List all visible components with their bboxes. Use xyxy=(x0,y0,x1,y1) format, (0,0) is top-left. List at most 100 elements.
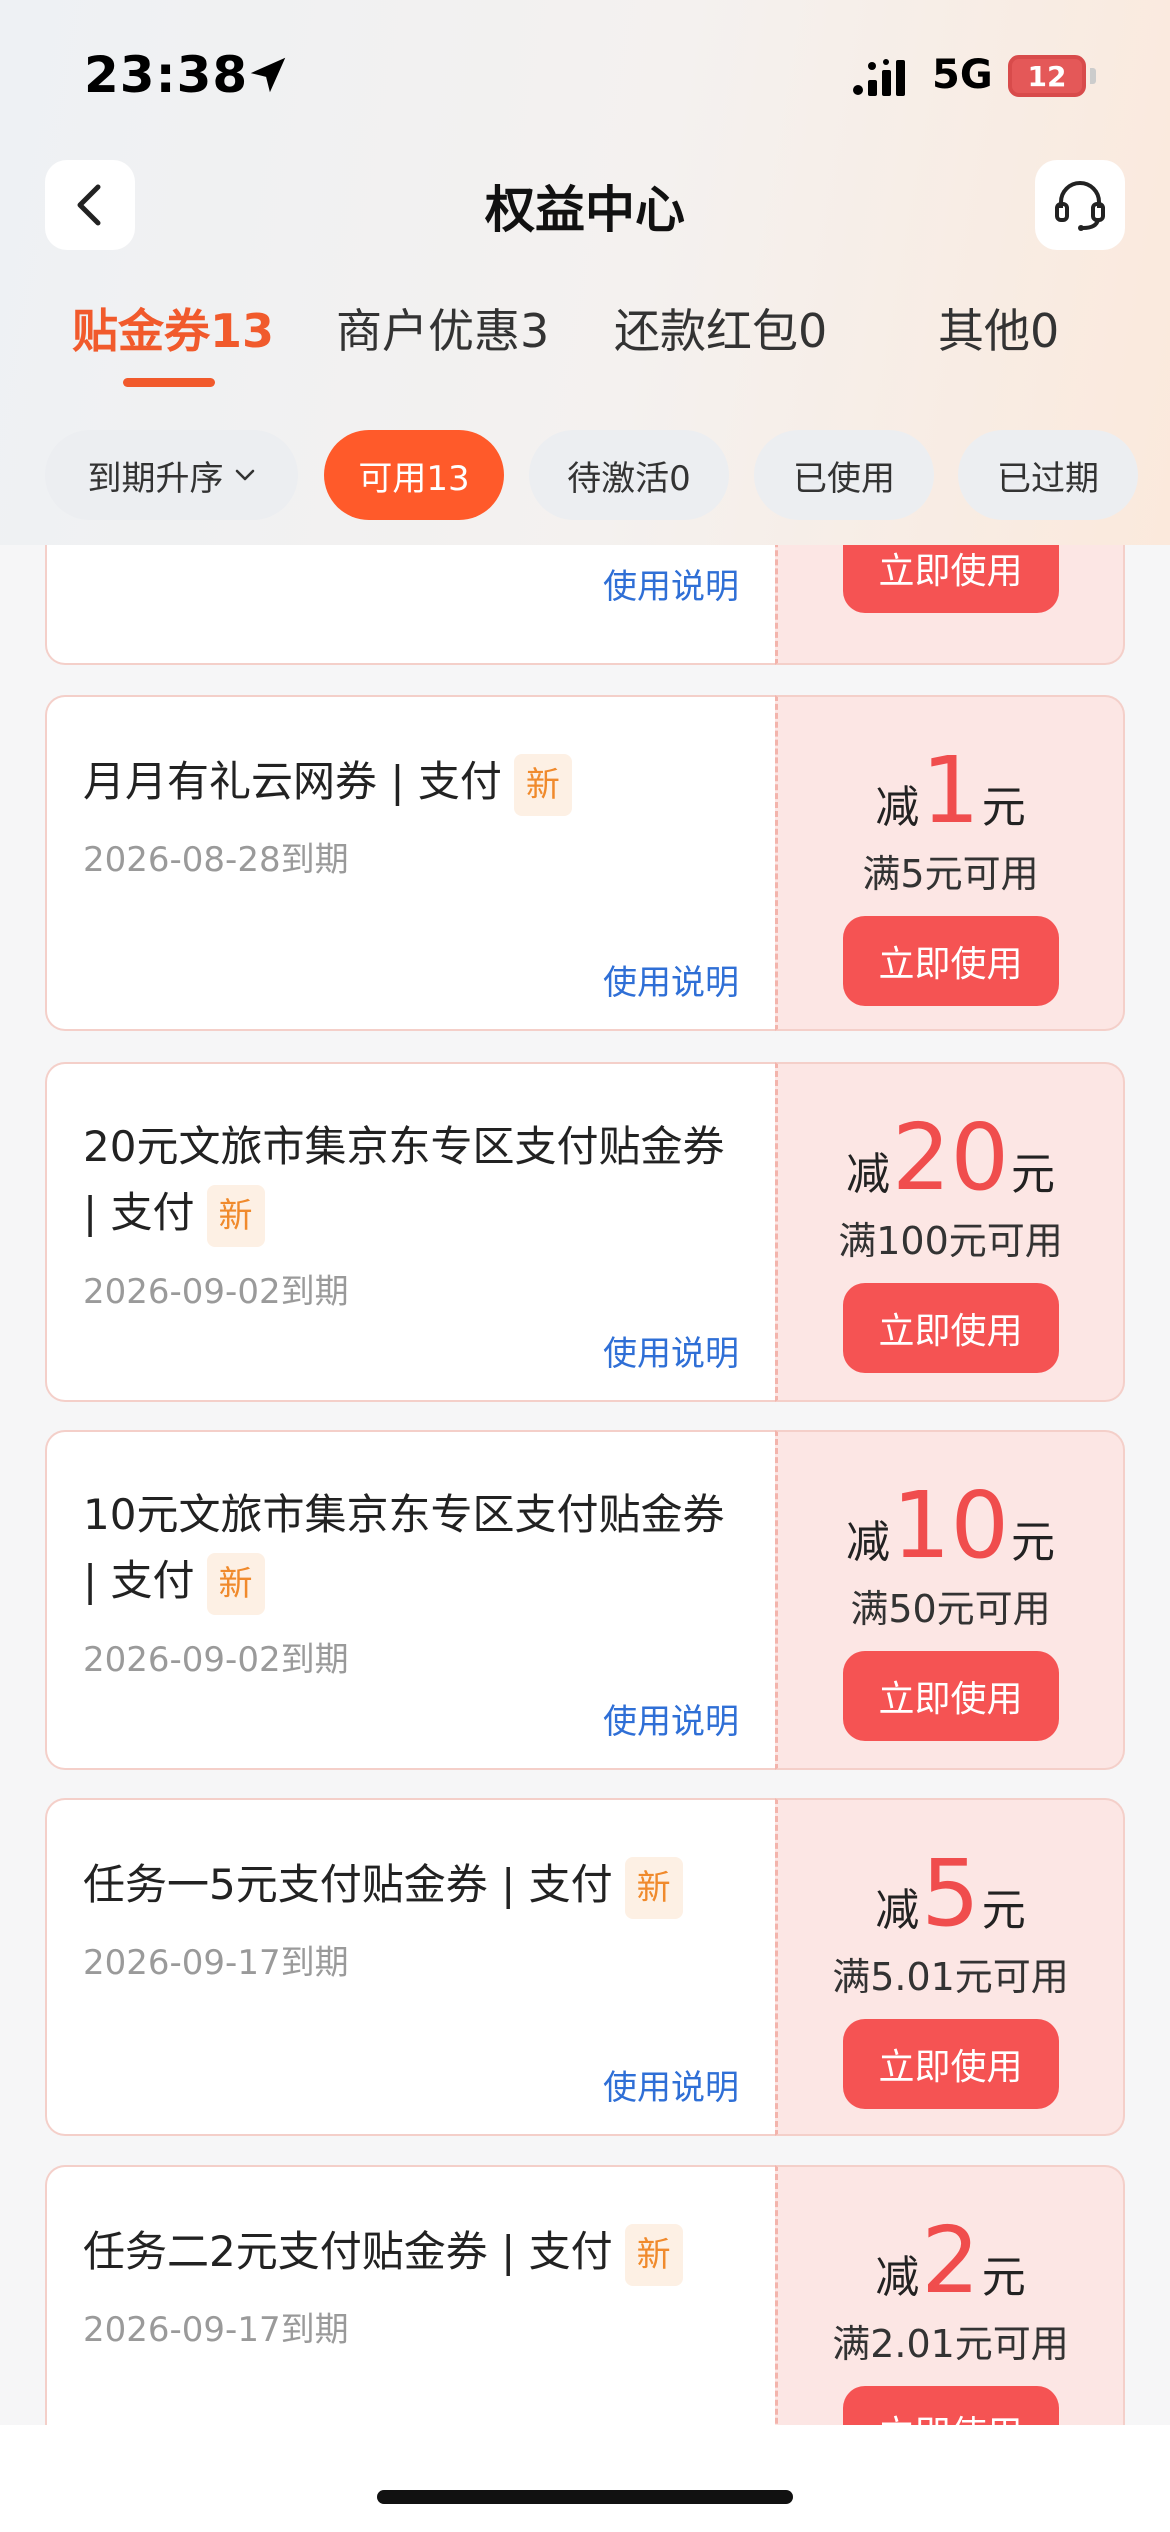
tab-repayment-redpacket[interactable]: 还款红包0 xyxy=(614,295,827,361)
chevron-down-icon xyxy=(235,469,254,481)
active-tab-indicator xyxy=(123,378,215,387)
coupon-title: 20元文旅市集京东专区支付贴金券 | 支付新 xyxy=(83,1114,745,1247)
usage-instructions-link[interactable]: 使用说明 xyxy=(603,559,739,608)
use-now-button[interactable]: 立即使用 xyxy=(842,1651,1059,1741)
coupon-info: 任务一5元支付贴金券 | 支付新 2026-09-17到期 使用说明 xyxy=(45,1798,775,2136)
usage-instructions-link[interactable]: 使用说明 xyxy=(603,2060,739,2109)
coupon-value: 立即使用 xyxy=(775,545,1125,665)
use-now-button[interactable]: 立即使用 xyxy=(842,916,1059,1006)
headset-icon xyxy=(1055,181,1105,231)
coupon-title: 任务二2元支付贴金券 | 支付新 xyxy=(83,2219,745,2286)
coupon-card: 20元文旅市集京东专区支付贴金券 | 支付新 2026-09-02到期 使用说明… xyxy=(45,1062,1125,1402)
use-now-button[interactable]: 立即使用 xyxy=(842,545,1059,613)
coupon-title-text: 20元文旅市集京东专区支付贴金券 | 支付 xyxy=(83,1122,725,1237)
battery-icon: 12 xyxy=(1008,55,1086,97)
discount-amount: 1 xyxy=(921,737,980,844)
sort-label: 到期升序 xyxy=(87,458,224,499)
signal-icon xyxy=(853,59,905,96)
usage-instructions-link[interactable]: 使用说明 xyxy=(603,955,739,1004)
discount-amount: 10 xyxy=(891,1472,1010,1579)
coupon-info: 任务二2元支付贴金券 | 支付新 2026-09-17到期 xyxy=(45,2165,775,2425)
usage-threshold: 满5.01元可用 xyxy=(832,1955,1069,1999)
coupon-expiry: 2026-09-17到期 xyxy=(83,2310,349,2350)
usage-threshold: 满2.01元可用 xyxy=(832,2322,1069,2366)
filter-pending-activation[interactable]: 待激活0 xyxy=(529,430,729,520)
discount-prefix: 减 xyxy=(875,2252,920,2303)
use-now-button[interactable]: 立即使用 xyxy=(842,2019,1059,2109)
main-tabs: 贴金券13 商户优惠3 还款红包0 其他0 xyxy=(0,295,1170,385)
coupon-card: 任务一5元支付贴金券 | 支付新 2026-09-17到期 使用说明 减 5 元… xyxy=(45,1798,1125,2136)
coupon-expiry: 2026-09-17到期 xyxy=(83,1943,349,1983)
sort-dropdown[interactable]: 到期升序 xyxy=(45,430,298,520)
discount-prefix: 减 xyxy=(875,1885,920,1936)
coupon-info: 20元文旅市集京东专区支付贴金券 | 支付新 2026-09-02到期 使用说明 xyxy=(45,1062,775,1402)
discount-amount-line: 减 20 元 xyxy=(846,1112,1055,1204)
coupon-expiry: 2026-09-02到期 xyxy=(83,1272,349,1312)
coupon-title-text: 任务一5元支付贴金券 | 支付 xyxy=(83,1860,613,1909)
coupon-value: 减 10 元 满50元可用 立即使用 xyxy=(775,1430,1125,1770)
discount-prefix: 减 xyxy=(875,782,920,833)
coupon-title: 月月有礼云网券 | 支付新 xyxy=(83,749,745,816)
home-indicator-area xyxy=(0,2425,1170,2532)
coupon-title-text: 月月有礼云网券 | 支付 xyxy=(83,757,502,806)
use-now-button[interactable]: 立即使用 xyxy=(842,2386,1059,2425)
coupon-list[interactable]: 使用说明 立即使用 月月有礼云网券 | 支付新 2026-08-28到期 使用说… xyxy=(0,545,1170,2425)
discount-amount-line: 减 10 元 xyxy=(846,1480,1055,1572)
coupon-value: 减 1 元 满5元可用 立即使用 xyxy=(775,695,1125,1031)
discount-amount-line: 减 1 元 xyxy=(875,745,1026,837)
usage-threshold: 满50元可用 xyxy=(850,1587,1051,1631)
coupon-title-text: 10元文旅市集京东专区支付贴金券 | 支付 xyxy=(83,1490,725,1605)
coupon-title: 10元文旅市集京东专区支付贴金券 | 支付新 xyxy=(83,1482,745,1615)
usage-threshold: 满5元可用 xyxy=(862,852,1039,896)
discount-prefix: 减 xyxy=(845,1149,890,1200)
location-arrow-icon xyxy=(250,57,286,93)
customer-service-button[interactable] xyxy=(1035,160,1125,250)
new-badge: 新 xyxy=(513,753,572,816)
discount-unit: 元 xyxy=(981,2252,1026,2303)
discount-amount: 20 xyxy=(891,1104,1010,1211)
filter-expired[interactable]: 已过期 xyxy=(958,430,1138,520)
coupon-card: 使用说明 立即使用 xyxy=(45,545,1125,665)
coupon-info: 月月有礼云网券 | 支付新 2026-08-28到期 使用说明 xyxy=(45,695,775,1031)
network-label: 5G xyxy=(932,52,993,98)
coupon-title: 任务一5元支付贴金券 | 支付新 xyxy=(83,1852,745,1919)
discount-amount-line: 减 2 元 xyxy=(875,2215,1026,2307)
coupon-value: 减 2 元 满2.01元可用 立即使用 xyxy=(775,2165,1125,2425)
coupon-value: 减 20 元 满100元可用 立即使用 xyxy=(775,1062,1125,1402)
filter-used[interactable]: 已使用 xyxy=(754,430,934,520)
coupon-value: 减 5 元 满5.01元可用 立即使用 xyxy=(775,1798,1125,2136)
coupon-card: 任务二2元支付贴金券 | 支付新 2026-09-17到期 减 2 元 满2.0… xyxy=(45,2165,1125,2425)
filter-available[interactable]: 可用13 xyxy=(324,430,504,520)
usage-threshold: 满100元可用 xyxy=(838,1219,1063,1263)
discount-unit: 元 xyxy=(1011,1149,1056,1200)
discount-unit: 元 xyxy=(1011,1517,1056,1568)
coupon-card: 10元文旅市集京东专区支付贴金券 | 支付新 2026-09-02到期 使用说明… xyxy=(45,1430,1125,1770)
new-badge: 新 xyxy=(206,1552,265,1615)
coupon-expiry: 2026-08-28到期 xyxy=(83,840,349,880)
discount-prefix: 减 xyxy=(845,1517,890,1568)
coupon-info: 使用说明 xyxy=(45,545,775,665)
home-indicator[interactable] xyxy=(377,2490,793,2504)
new-badge: 新 xyxy=(624,1856,683,1919)
new-badge: 新 xyxy=(624,2223,683,2286)
discount-unit: 元 xyxy=(981,1885,1026,1936)
tab-others[interactable]: 其他0 xyxy=(938,295,1059,361)
usage-instructions-link[interactable]: 使用说明 xyxy=(603,1326,739,1375)
status-time: 23:38 xyxy=(84,46,249,104)
coupon-title-text: 任务二2元支付贴金券 | 支付 xyxy=(83,2227,613,2276)
coupon-expiry: 2026-09-02到期 xyxy=(83,1640,349,1680)
discount-unit: 元 xyxy=(981,782,1026,833)
tab-merchant-offers[interactable]: 商户优惠3 xyxy=(336,295,549,361)
use-now-button[interactable]: 立即使用 xyxy=(842,1283,1059,1373)
discount-amount-line: 减 5 元 xyxy=(875,1848,1026,1940)
coupon-info: 10元文旅市集京东专区支付贴金券 | 支付新 2026-09-02到期 使用说明 xyxy=(45,1430,775,1770)
tab-coupons[interactable]: 贴金券13 xyxy=(72,295,274,361)
coupon-card: 月月有礼云网券 | 支付新 2026-08-28到期 使用说明 减 1 元 满5… xyxy=(45,695,1125,1031)
discount-amount: 5 xyxy=(921,1840,980,1947)
usage-instructions-link[interactable]: 使用说明 xyxy=(603,1694,739,1743)
status-bar: 23:38 5G 12 xyxy=(0,0,1170,150)
page-title: 权益中心 xyxy=(485,181,685,239)
discount-amount: 2 xyxy=(921,2207,980,2314)
battery-level: 12 xyxy=(1027,59,1067,93)
battery-nub xyxy=(1090,68,1096,84)
